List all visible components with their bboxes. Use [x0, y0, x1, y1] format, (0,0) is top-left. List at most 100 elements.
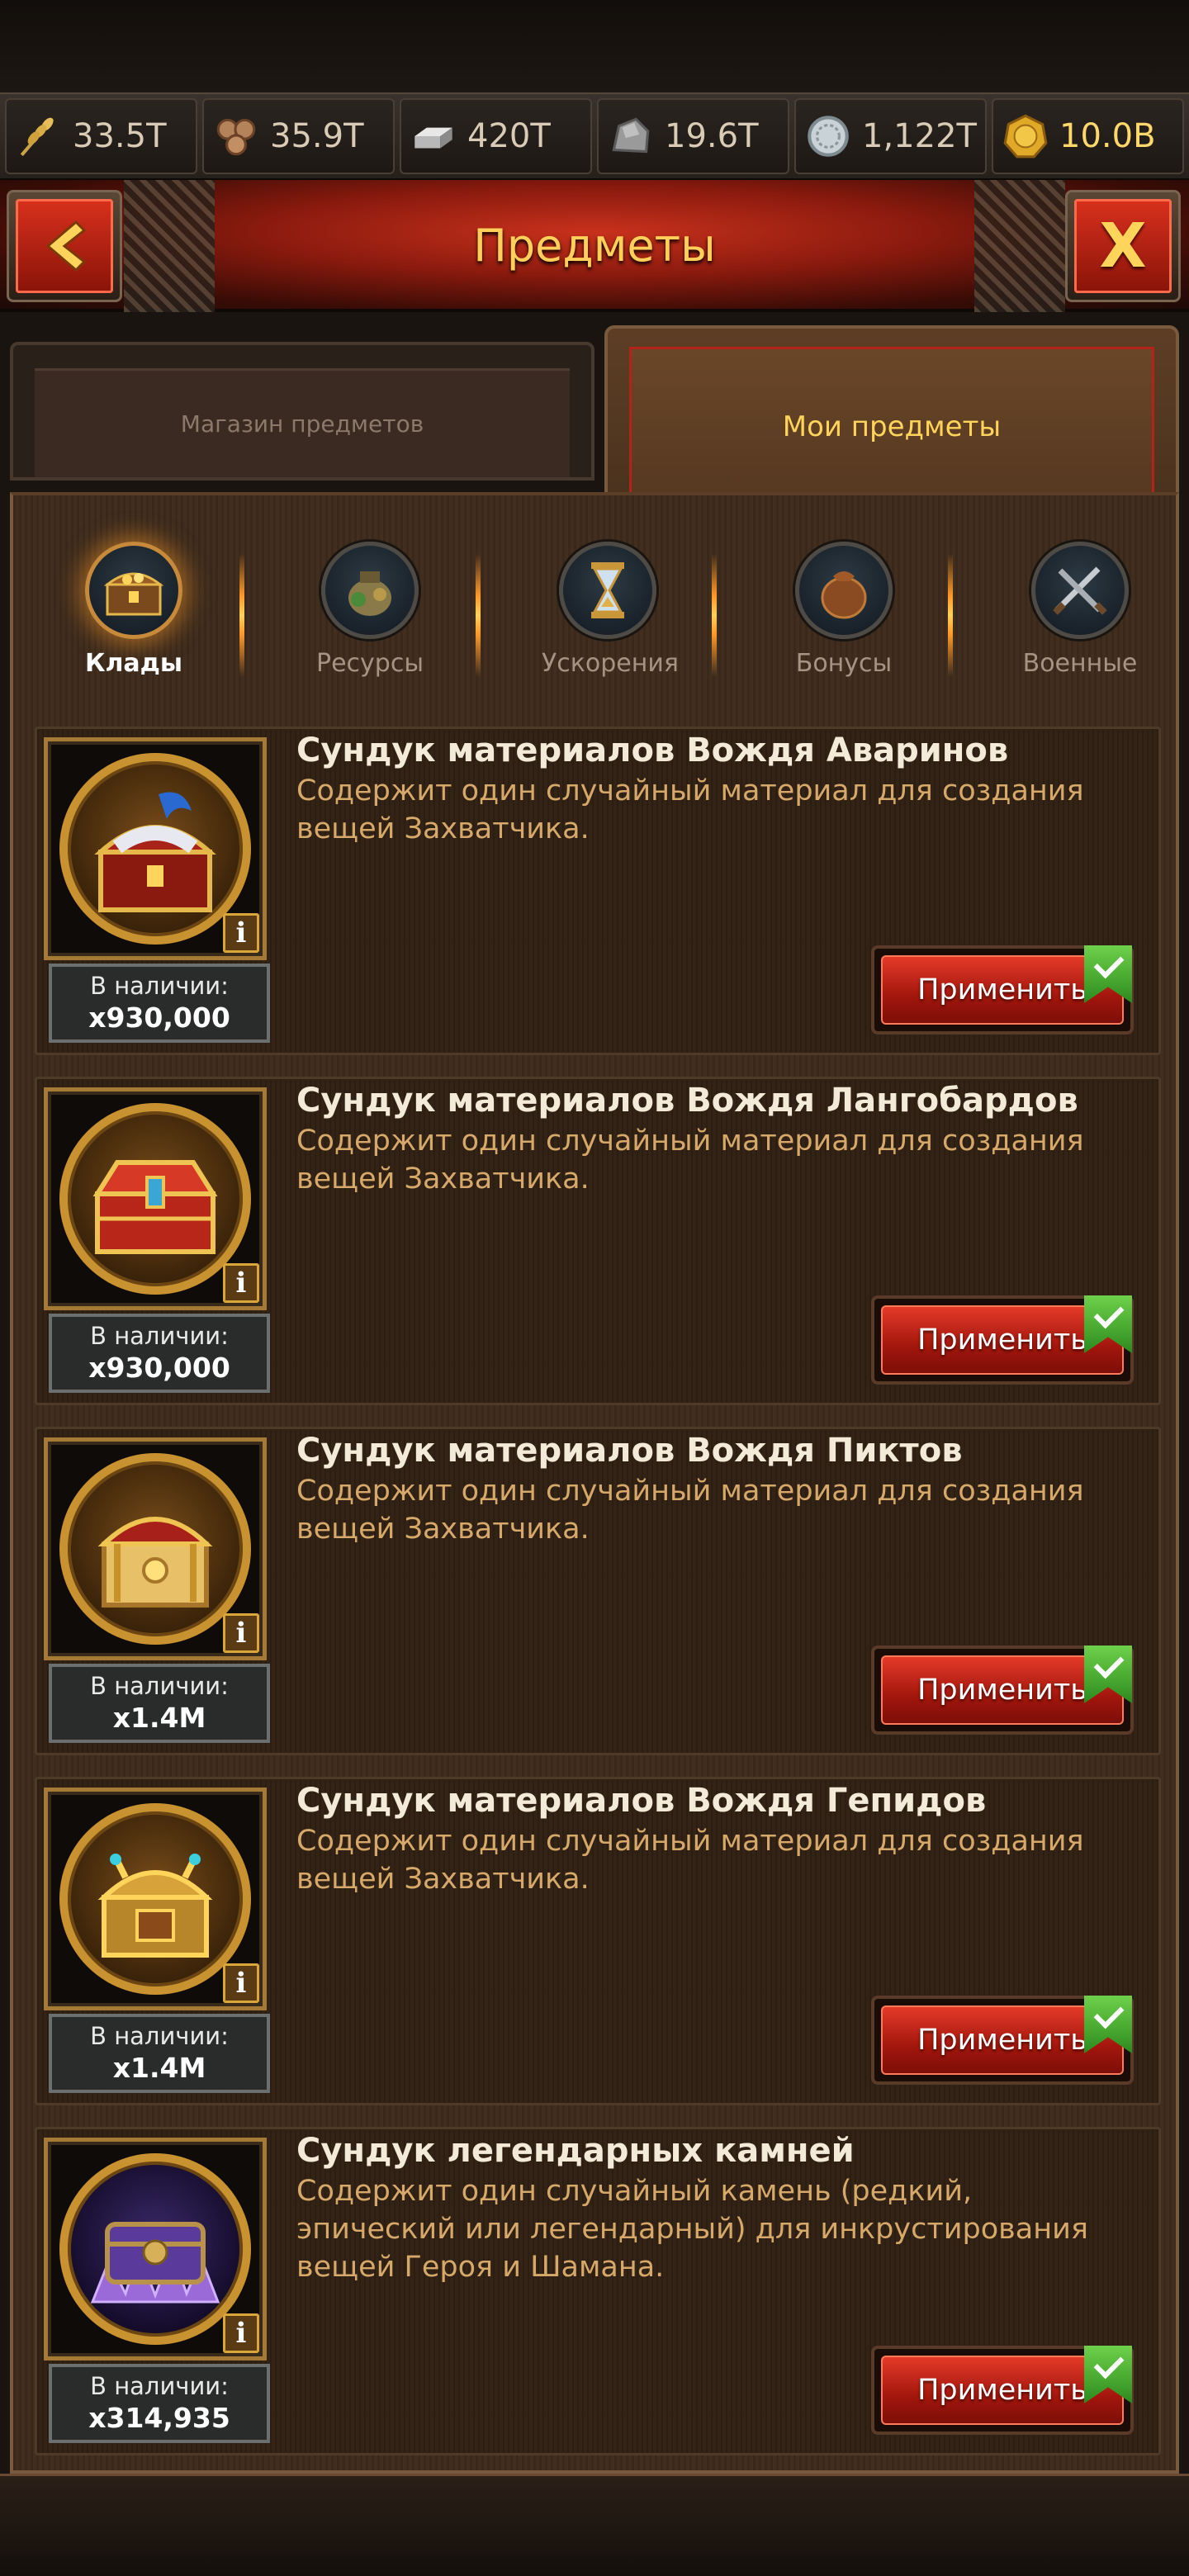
- stock-box: В наличии: x314,935: [49, 2364, 270, 2443]
- silver-icon: [808, 116, 849, 157]
- page-title: Предметы: [473, 220, 716, 272]
- category-resources[interactable]: Ресурсы: [304, 542, 436, 678]
- resource-silver-value: 1,122T: [862, 117, 977, 155]
- item-name: Сундук легендарных камней: [296, 2132, 855, 2170]
- info-icon[interactable]: i: [223, 913, 259, 953]
- item-card: i В наличии: x1.4M Сундук материалов Вож…: [35, 1777, 1161, 2105]
- stock-label: В наличии:: [90, 2372, 229, 2400]
- items-panel: Клады Ресурсы Ускорения Бонусы Военные i…: [10, 492, 1179, 2474]
- item-card: i В наличии: x314,935 Сундук легендарных…: [35, 2127, 1161, 2455]
- apply-button[interactable]: Применить: [871, 2346, 1134, 2435]
- item-card: i В наличии: x930,000 Сундук материалов …: [35, 727, 1161, 1055]
- tab-my-items-label: Мои предметы: [629, 347, 1154, 504]
- category-resources-label: Ресурсы: [315, 649, 424, 678]
- close-icon: X: [1074, 199, 1172, 293]
- close-button[interactable]: X: [1065, 190, 1181, 302]
- tab-item-shop[interactable]: Магазин предметов: [10, 342, 594, 481]
- stock-value: x314,935: [88, 2402, 230, 2434]
- resource-iron-value: 420T: [467, 117, 551, 155]
- chief-chest-avars-icon: [94, 792, 216, 912]
- stock-label: В наличии:: [90, 1672, 229, 1700]
- stock-box: В наличии: x930,000: [49, 964, 270, 1043]
- category-military-label: Военные: [1022, 649, 1138, 678]
- stock-box: В наличии: x930,000: [49, 1314, 270, 1393]
- stock-value: x930,000: [88, 1002, 230, 1034]
- apply-button[interactable]: Применить: [871, 1996, 1134, 2085]
- category-bonuses-label: Бонусы: [795, 649, 893, 678]
- hourglass-icon: [591, 562, 624, 618]
- category-bonuses[interactable]: Бонусы: [778, 542, 910, 678]
- chief-chest-gepids-icon: [97, 1854, 213, 1958]
- info-icon[interactable]: i: [223, 2313, 259, 2353]
- category-separator: [239, 553, 244, 677]
- resources-sack-icon: [348, 571, 391, 616]
- stock-box: В наличии: x1.4M: [49, 2014, 270, 2093]
- category-treasures[interactable]: Клады: [68, 542, 200, 678]
- item-name: Сундук материалов Вождя Лангобардов: [296, 1082, 1078, 1120]
- legendary-gem-chest-icon: [90, 2222, 220, 2304]
- category-treasures-label: Клады: [84, 649, 183, 678]
- item-description: Содержит один случайный камень (редкий, …: [296, 2175, 1088, 2284]
- bottom-frame: [0, 2474, 1189, 2576]
- item-icon-frame[interactable]: i: [44, 737, 267, 960]
- iron-icon: [414, 127, 452, 149]
- wood-icon: [216, 118, 256, 156]
- stock-label: В наличии:: [90, 1322, 229, 1350]
- resource-wheat-value: 33.5T: [73, 117, 167, 155]
- resource-gold-value: 10.0B: [1059, 117, 1156, 155]
- stock-value: x930,000: [88, 1352, 230, 1384]
- tab-item-shop-label: Магазин предметов: [35, 368, 570, 477]
- resource-wheat[interactable]: 33.5T: [5, 98, 197, 174]
- stone-icon: [612, 117, 650, 154]
- status-strip: [0, 0, 1189, 92]
- item-name: Сундук материалов Вождя Гепидов: [296, 1782, 987, 1820]
- gold-coin-icon: [1003, 114, 1048, 159]
- category-speedups-label: Ускорения: [542, 649, 679, 678]
- category-military[interactable]: Военные: [1014, 542, 1146, 678]
- resource-stone[interactable]: 19.6T: [597, 98, 789, 174]
- info-icon[interactable]: i: [223, 1613, 259, 1653]
- resource-wood-value: 35.9T: [270, 117, 364, 155]
- item-card: i В наличии: x1.4M Сундук материалов Вож…: [35, 1427, 1161, 1755]
- chief-chest-picts-icon: [97, 1517, 213, 1608]
- item-icon-frame[interactable]: i: [44, 1788, 267, 2010]
- item-icon-frame[interactable]: i: [44, 2138, 267, 2361]
- item-icon-frame[interactable]: i: [44, 1437, 267, 1660]
- crossed-swords-icon: [1053, 566, 1107, 615]
- item-name: Сундук материалов Вождя Пиктов: [296, 1432, 963, 1470]
- apply-button[interactable]: Применить: [871, 1295, 1134, 1385]
- resource-wood[interactable]: 35.9T: [202, 98, 395, 174]
- resource-gold[interactable]: 10.0B: [992, 98, 1184, 174]
- item-card: i В наличии: x930,000 Сундук материалов …: [35, 1077, 1161, 1405]
- chief-chest-lombards-icon: [92, 1160, 218, 1254]
- item-description: Содержит один случайный материал для соз…: [296, 1825, 1084, 1896]
- apply-button[interactable]: Применить: [871, 1646, 1134, 1735]
- item-description: Содержит один случайный материал для соз…: [296, 1475, 1084, 1546]
- info-icon[interactable]: i: [223, 1963, 259, 2003]
- category-separator: [948, 553, 953, 677]
- resource-stone-value: 19.6T: [665, 117, 759, 155]
- stock-value: x1.4M: [112, 2052, 206, 2084]
- treasure-chest-icon: [103, 572, 164, 616]
- item-icon-frame[interactable]: i: [44, 1087, 267, 1310]
- header: Предметы X: [0, 180, 1189, 312]
- item-description: Содержит один случайный материал для соз…: [296, 774, 1084, 845]
- stock-box: В наличии: x1.4M: [49, 1664, 270, 1743]
- stock-label: В наличии:: [90, 2022, 229, 2050]
- tab-my-items[interactable]: Мои предметы: [604, 325, 1179, 504]
- category-row: Клады Ресурсы Ускорения Бонусы Военные: [13, 542, 1176, 707]
- tab-bar: Магазин предметов Мои предметы: [0, 314, 1189, 504]
- item-name: Сундук материалов Вождя Аваринов: [296, 732, 1009, 769]
- category-speedups[interactable]: Ускорения: [542, 542, 679, 678]
- resource-bar: 33.5T 35.9T 420T 19.6T 1,122T 10.0B: [0, 92, 1189, 180]
- item-description: Содержит один случайный материал для соз…: [296, 1125, 1084, 1196]
- apply-button[interactable]: Применить: [871, 945, 1134, 1035]
- bonus-bag-icon: [821, 571, 867, 619]
- stock-value: x1.4M: [112, 1702, 206, 1734]
- category-separator: [476, 553, 481, 677]
- wheat-icon: [20, 117, 54, 157]
- info-icon[interactable]: i: [223, 1263, 259, 1303]
- resource-silver[interactable]: 1,122T: [794, 98, 987, 174]
- resource-iron[interactable]: 420T: [400, 98, 592, 174]
- stock-label: В наличии:: [90, 972, 229, 1000]
